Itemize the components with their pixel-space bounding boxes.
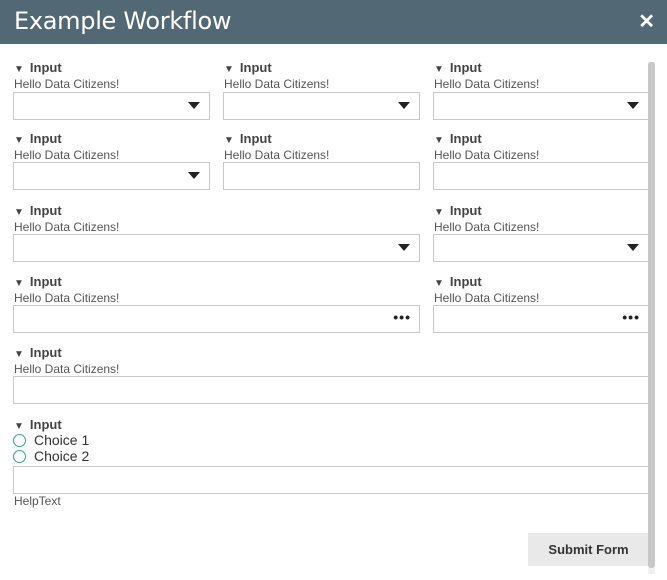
field-description: Hello Data Citizens!: [434, 291, 540, 305]
text-input[interactable]: [433, 162, 649, 190]
triangle-down-icon[interactable]: ▼: [434, 64, 444, 75]
triangle-down-icon[interactable]: ▼: [14, 207, 24, 218]
field-label: Input: [29, 131, 62, 146]
radio-option[interactable]: Choice 1: [13, 432, 89, 448]
field-10: ▼ Input Hello Data Citizens!: [434, 274, 539, 306]
dropdown-select[interactable]: [13, 234, 420, 262]
field-description: Hello Data Citizens!: [14, 220, 120, 234]
ellipsis-icon[interactable]: •••: [393, 309, 411, 325]
dropdown-select[interactable]: [13, 162, 210, 190]
field-1: ▼ Input Hello Data Citizens!: [14, 60, 119, 92]
field-9: ▼ Input Hello Data Citizens!: [14, 274, 119, 306]
field-7: ▼ Input Hello Data Citizens!: [14, 203, 119, 235]
field-description: Hello Data Citizens!: [14, 77, 120, 91]
triangle-down-icon[interactable]: ▼: [434, 278, 444, 289]
text-input[interactable]: [13, 466, 649, 494]
field-label: Input: [29, 417, 62, 432]
triangle-down-icon[interactable]: ▼: [14, 64, 24, 75]
form-body: ▼ Input Hello Data Citizens! ▼ Input Hello…: [0, 44, 667, 580]
field-label: Input: [449, 274, 482, 289]
triangle-down-icon[interactable]: ▼: [14, 421, 24, 432]
file-picker-input[interactable]: •••: [433, 305, 649, 333]
field-4: ▼ Input Hello Data Citizens!: [14, 131, 119, 163]
close-icon[interactable]: ✕: [638, 10, 655, 34]
field-description: Hello Data Citizens!: [14, 291, 120, 305]
triangle-down-icon[interactable]: ▼: [224, 135, 234, 146]
dropdown-select[interactable]: [433, 234, 649, 262]
workflow-dialog: Example Workflow ✕ ▼ Input Hello Data Cit…: [0, 0, 667, 580]
dropdown-select[interactable]: [433, 92, 649, 120]
field-12: ▼ Input: [14, 417, 62, 433]
field-label: Input: [449, 203, 482, 218]
field-11: ▼ Input Hello Data Citizens!: [14, 345, 119, 377]
caret-down-icon[interactable]: [398, 102, 410, 109]
submit-button[interactable]: Submit Form: [528, 533, 649, 566]
radio-button[interactable]: [13, 450, 26, 463]
radio-label: Choice 2: [34, 448, 90, 464]
triangle-down-icon[interactable]: ▼: [14, 278, 24, 289]
radio-option[interactable]: Choice 2: [13, 448, 89, 464]
caret-down-icon[interactable]: [627, 102, 639, 109]
scrollbar[interactable]: [648, 62, 655, 574]
triangle-down-icon[interactable]: ▼: [434, 207, 444, 218]
field-label: Input: [239, 60, 272, 75]
text-input[interactable]: [223, 162, 420, 190]
field-label: Input: [29, 60, 62, 75]
radio-label: Choice 1: [34, 432, 90, 448]
dialog-title: Example Workflow: [14, 7, 232, 35]
triangle-down-icon[interactable]: ▼: [224, 64, 234, 75]
field-description: Hello Data Citizens!: [434, 220, 540, 234]
scrollbar-thumb[interactable]: [648, 62, 655, 568]
field-6: ▼ Input Hello Data Citizens!: [434, 131, 539, 163]
field-description: Hello Data Citizens!: [14, 148, 120, 162]
field-label: Input: [29, 203, 62, 218]
field-label: Input: [29, 274, 62, 289]
triangle-down-icon[interactable]: ▼: [14, 135, 24, 146]
radio-button[interactable]: [13, 434, 26, 447]
ellipsis-icon[interactable]: •••: [622, 309, 640, 325]
triangle-down-icon[interactable]: ▼: [434, 135, 444, 146]
caret-down-icon[interactable]: [188, 172, 200, 179]
field-2: ▼ Input Hello Data Citizens!: [224, 60, 329, 92]
field-label: Input: [239, 131, 272, 146]
field-description: Hello Data Citizens!: [434, 148, 540, 162]
field-description: Hello Data Citizens!: [14, 362, 120, 376]
text-input[interactable]: [13, 376, 649, 404]
field-description: Hello Data Citizens!: [434, 77, 540, 91]
title-bar: Example Workflow ✕: [0, 0, 667, 44]
field-label: Input: [29, 345, 62, 360]
field-8: ▼ Input Hello Data Citizens!: [434, 203, 539, 235]
caret-down-icon[interactable]: [398, 244, 410, 251]
field-description: Hello Data Citizens!: [224, 77, 330, 91]
field-3: ▼ Input Hello Data Citizens!: [434, 60, 539, 92]
field-description: Hello Data Citizens!: [224, 148, 330, 162]
field-label: Input: [449, 131, 482, 146]
field-label: Input: [449, 60, 482, 75]
caret-down-icon[interactable]: [627, 244, 639, 251]
caret-down-icon[interactable]: [188, 102, 200, 109]
dropdown-select[interactable]: [223, 92, 420, 120]
file-picker-input[interactable]: •••: [13, 305, 420, 333]
dropdown-select[interactable]: [13, 92, 210, 120]
help-text: HelpText: [14, 494, 61, 508]
triangle-down-icon[interactable]: ▼: [14, 349, 24, 360]
field-5: ▼ Input Hello Data Citizens!: [224, 131, 329, 163]
